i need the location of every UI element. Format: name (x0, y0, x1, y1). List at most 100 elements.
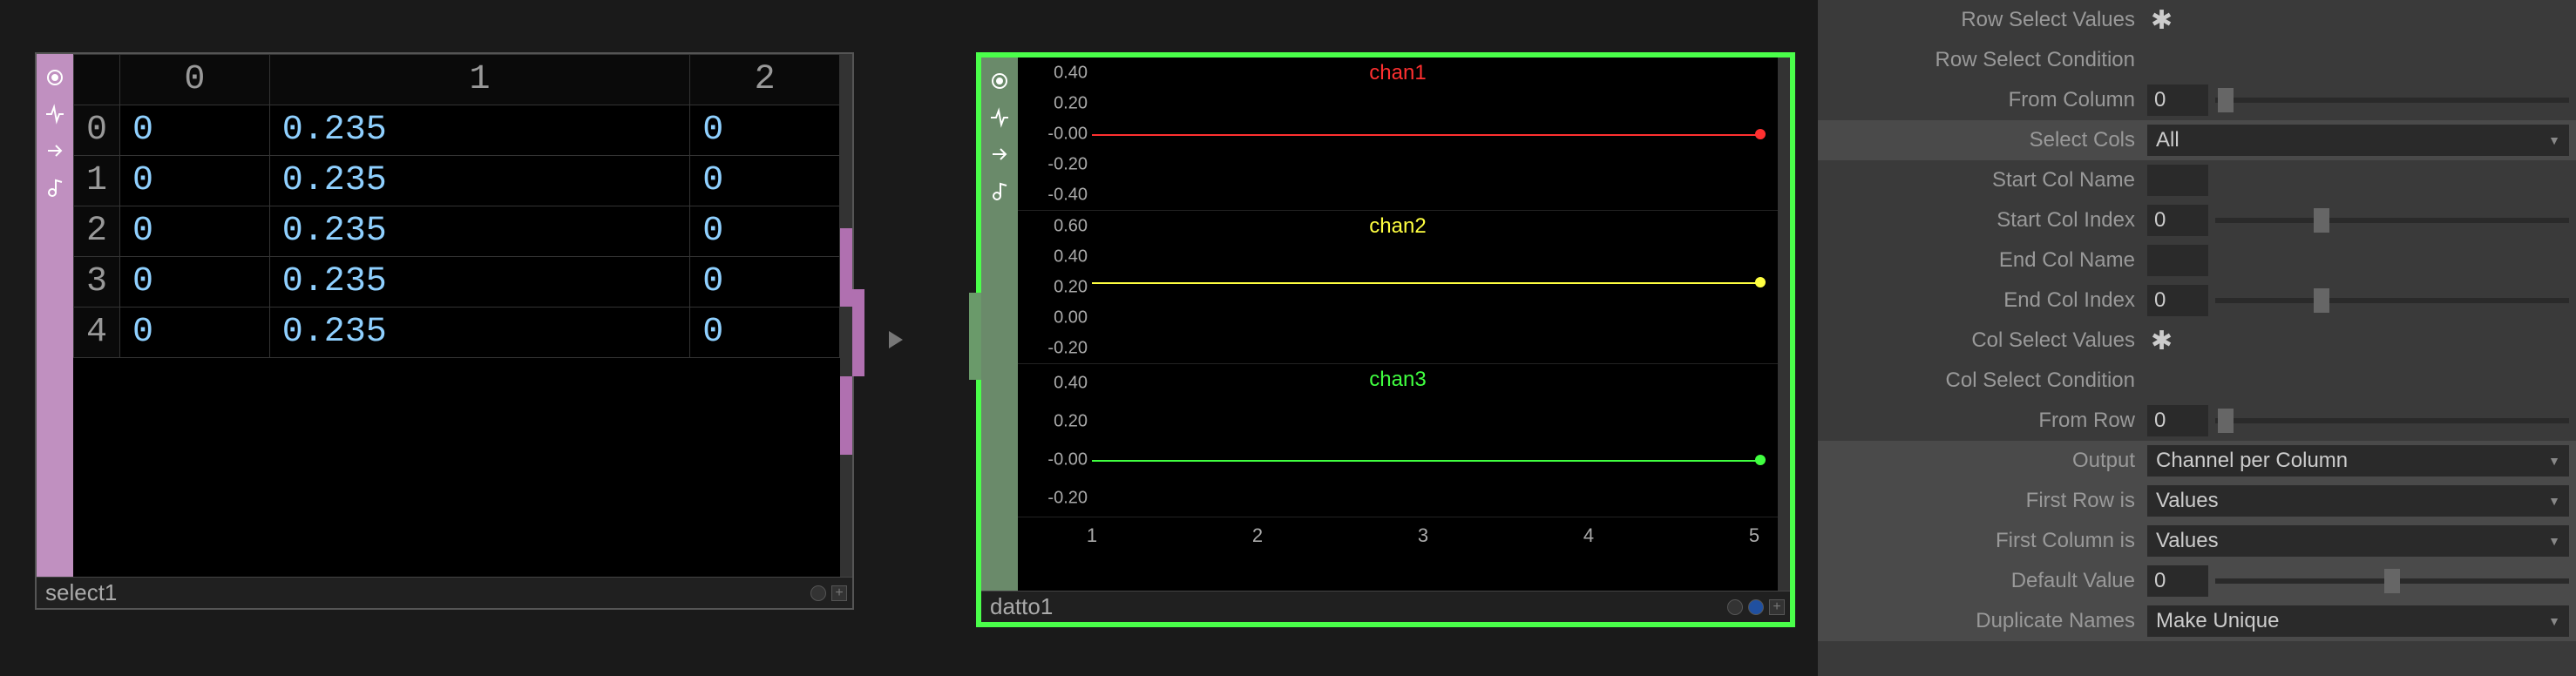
y-tick-label: -0.00 (1047, 125, 1088, 145)
cell[interactable]: 0 (690, 156, 840, 206)
channel-name-label: chan2 (1369, 214, 1426, 239)
node-name-label[interactable]: datto1 (990, 593, 1053, 620)
scrollbar-vertical[interactable] (840, 54, 852, 577)
cell[interactable]: 0 (690, 308, 840, 358)
expression-icon[interactable]: ✱ (2147, 326, 2173, 356)
node-datto1[interactable]: 0.400.20-0.00-0.20-0.40chan10.600.400.20… (976, 52, 1795, 627)
cell[interactable]: 0.235 (269, 206, 690, 257)
end-col-index-input[interactable] (2147, 285, 2208, 316)
y-tick-label: -0.20 (1047, 155, 1088, 175)
start-col-index-input[interactable] (2147, 205, 2208, 236)
row-header: 1 (74, 156, 120, 206)
pulse-icon[interactable] (984, 102, 1015, 133)
note-icon[interactable] (39, 172, 71, 203)
chop-viewer[interactable]: 0.400.20-0.00-0.20-0.40chan10.600.400.20… (1018, 57, 1778, 591)
end-col-name-input[interactable] (2147, 245, 2208, 276)
param-col-select-values: Col Select Values ✱ (1818, 321, 2576, 361)
channel-line (1092, 460, 1760, 462)
first-row-is-dropdown[interactable]: Values (2147, 485, 2569, 517)
pulse-icon[interactable] (39, 98, 71, 130)
dat-table[interactable]: 0 1 2 000.2350100.2350200.2350300.235040… (73, 54, 852, 577)
x-tick-label: 5 (1749, 524, 1759, 547)
from-row-slider[interactable] (2215, 418, 2569, 423)
y-tick-label: 0.40 (1054, 247, 1088, 267)
table-row[interactable]: 100.2350 (74, 156, 840, 206)
viewer-dot-icon[interactable] (1727, 599, 1743, 615)
end-col-index-slider[interactable] (2215, 298, 2569, 303)
y-tick-label: 0.60 (1054, 216, 1088, 236)
y-tick-label: 0.20 (1054, 278, 1088, 298)
node-toolbar (37, 54, 73, 577)
param-start-col-index: Start Col Index (1818, 200, 2576, 240)
from-column-slider[interactable] (2215, 98, 2569, 103)
target-icon[interactable] (39, 62, 71, 93)
x-tick-label: 4 (1583, 524, 1594, 547)
duplicate-names-dropdown[interactable]: Make Unique (2147, 605, 2569, 637)
node-footer: select1 + (37, 577, 852, 608)
param-from-row: From Row (1818, 401, 2576, 441)
cell[interactable]: 0 (120, 308, 270, 358)
default-value-slider[interactable] (2215, 578, 2569, 584)
y-tick-label: 0.40 (1054, 63, 1088, 83)
param-row-select-values: Row Select Values ✱ (1818, 0, 2576, 40)
note-icon[interactable] (984, 175, 1015, 206)
row-header: 3 (74, 257, 120, 308)
add-icon[interactable]: + (1769, 599, 1785, 615)
table-row[interactable]: 000.2350 (74, 105, 840, 156)
default-value-input[interactable] (2147, 565, 2208, 597)
output-dropdown[interactable]: Channel per Column (2147, 445, 2569, 477)
cell[interactable]: 0.235 (269, 257, 690, 308)
table-row[interactable]: 400.2350 (74, 308, 840, 358)
y-tick-label: -0.00 (1047, 450, 1088, 470)
parameter-panel: Row Select Values ✱ Row Select Condition… (1818, 0, 2576, 676)
cell[interactable]: 0 (120, 257, 270, 308)
row-header: 0 (74, 105, 120, 156)
chop-x-axis: 12345 (1018, 517, 1778, 552)
cell[interactable]: 0 (690, 105, 840, 156)
param-select-cols: Select Cols All (1818, 120, 2576, 160)
cell[interactable]: 0 (690, 206, 840, 257)
param-col-select-condition: Col Select Condition (1818, 361, 2576, 401)
select-cols-dropdown[interactable]: All (2147, 125, 2569, 156)
scrollbar-vertical[interactable] (1778, 57, 1790, 591)
cell[interactable]: 0 (120, 206, 270, 257)
channel-name-label: chan3 (1369, 368, 1426, 392)
arrow-right-icon[interactable] (39, 135, 71, 166)
first-column-is-dropdown[interactable]: Values (2147, 525, 2569, 557)
table-row[interactable]: 200.2350 (74, 206, 840, 257)
output-connector[interactable] (852, 289, 864, 376)
y-tick-label: -0.20 (1047, 339, 1088, 359)
target-icon[interactable] (984, 65, 1015, 97)
channel-endpoint-dot (1755, 277, 1766, 287)
from-column-input[interactable] (2147, 84, 2208, 116)
row-header: 4 (74, 308, 120, 358)
expression-icon[interactable]: ✱ (2147, 5, 2173, 36)
cell[interactable]: 0 (120, 105, 270, 156)
add-icon[interactable]: + (831, 585, 847, 601)
node-name-label[interactable]: select1 (45, 579, 117, 606)
viewer-active-icon[interactable] (1748, 599, 1764, 615)
channel-endpoint-dot (1755, 129, 1766, 139)
node-select1[interactable]: 0 1 2 000.2350100.2350200.2350300.235040… (35, 52, 854, 610)
table-row[interactable]: 300.2350 (74, 257, 840, 308)
cell[interactable]: 0.235 (269, 105, 690, 156)
cell[interactable]: 0 (120, 156, 270, 206)
x-tick-label: 3 (1418, 524, 1428, 547)
start-col-name-input[interactable] (2147, 165, 2208, 196)
cell[interactable]: 0 (690, 257, 840, 308)
x-tick-label: 1 (1087, 524, 1097, 547)
row-header: 2 (74, 206, 120, 257)
col-header: 0 (120, 55, 270, 105)
viewer-active-icon[interactable] (810, 585, 826, 601)
from-row-input[interactable] (2147, 405, 2208, 436)
cell[interactable]: 0.235 (269, 308, 690, 358)
input-connector[interactable] (969, 293, 981, 380)
param-end-col-index: End Col Index (1818, 281, 2576, 321)
param-first-column-is: First Column is Values (1818, 521, 2576, 561)
channel-name-label: chan1 (1369, 61, 1426, 85)
cell[interactable]: 0.235 (269, 156, 690, 206)
node-toolbar (981, 57, 1018, 591)
start-col-index-slider[interactable] (2215, 218, 2569, 223)
arrow-right-icon[interactable] (984, 139, 1015, 170)
node-footer: datto1 + (981, 591, 1790, 622)
